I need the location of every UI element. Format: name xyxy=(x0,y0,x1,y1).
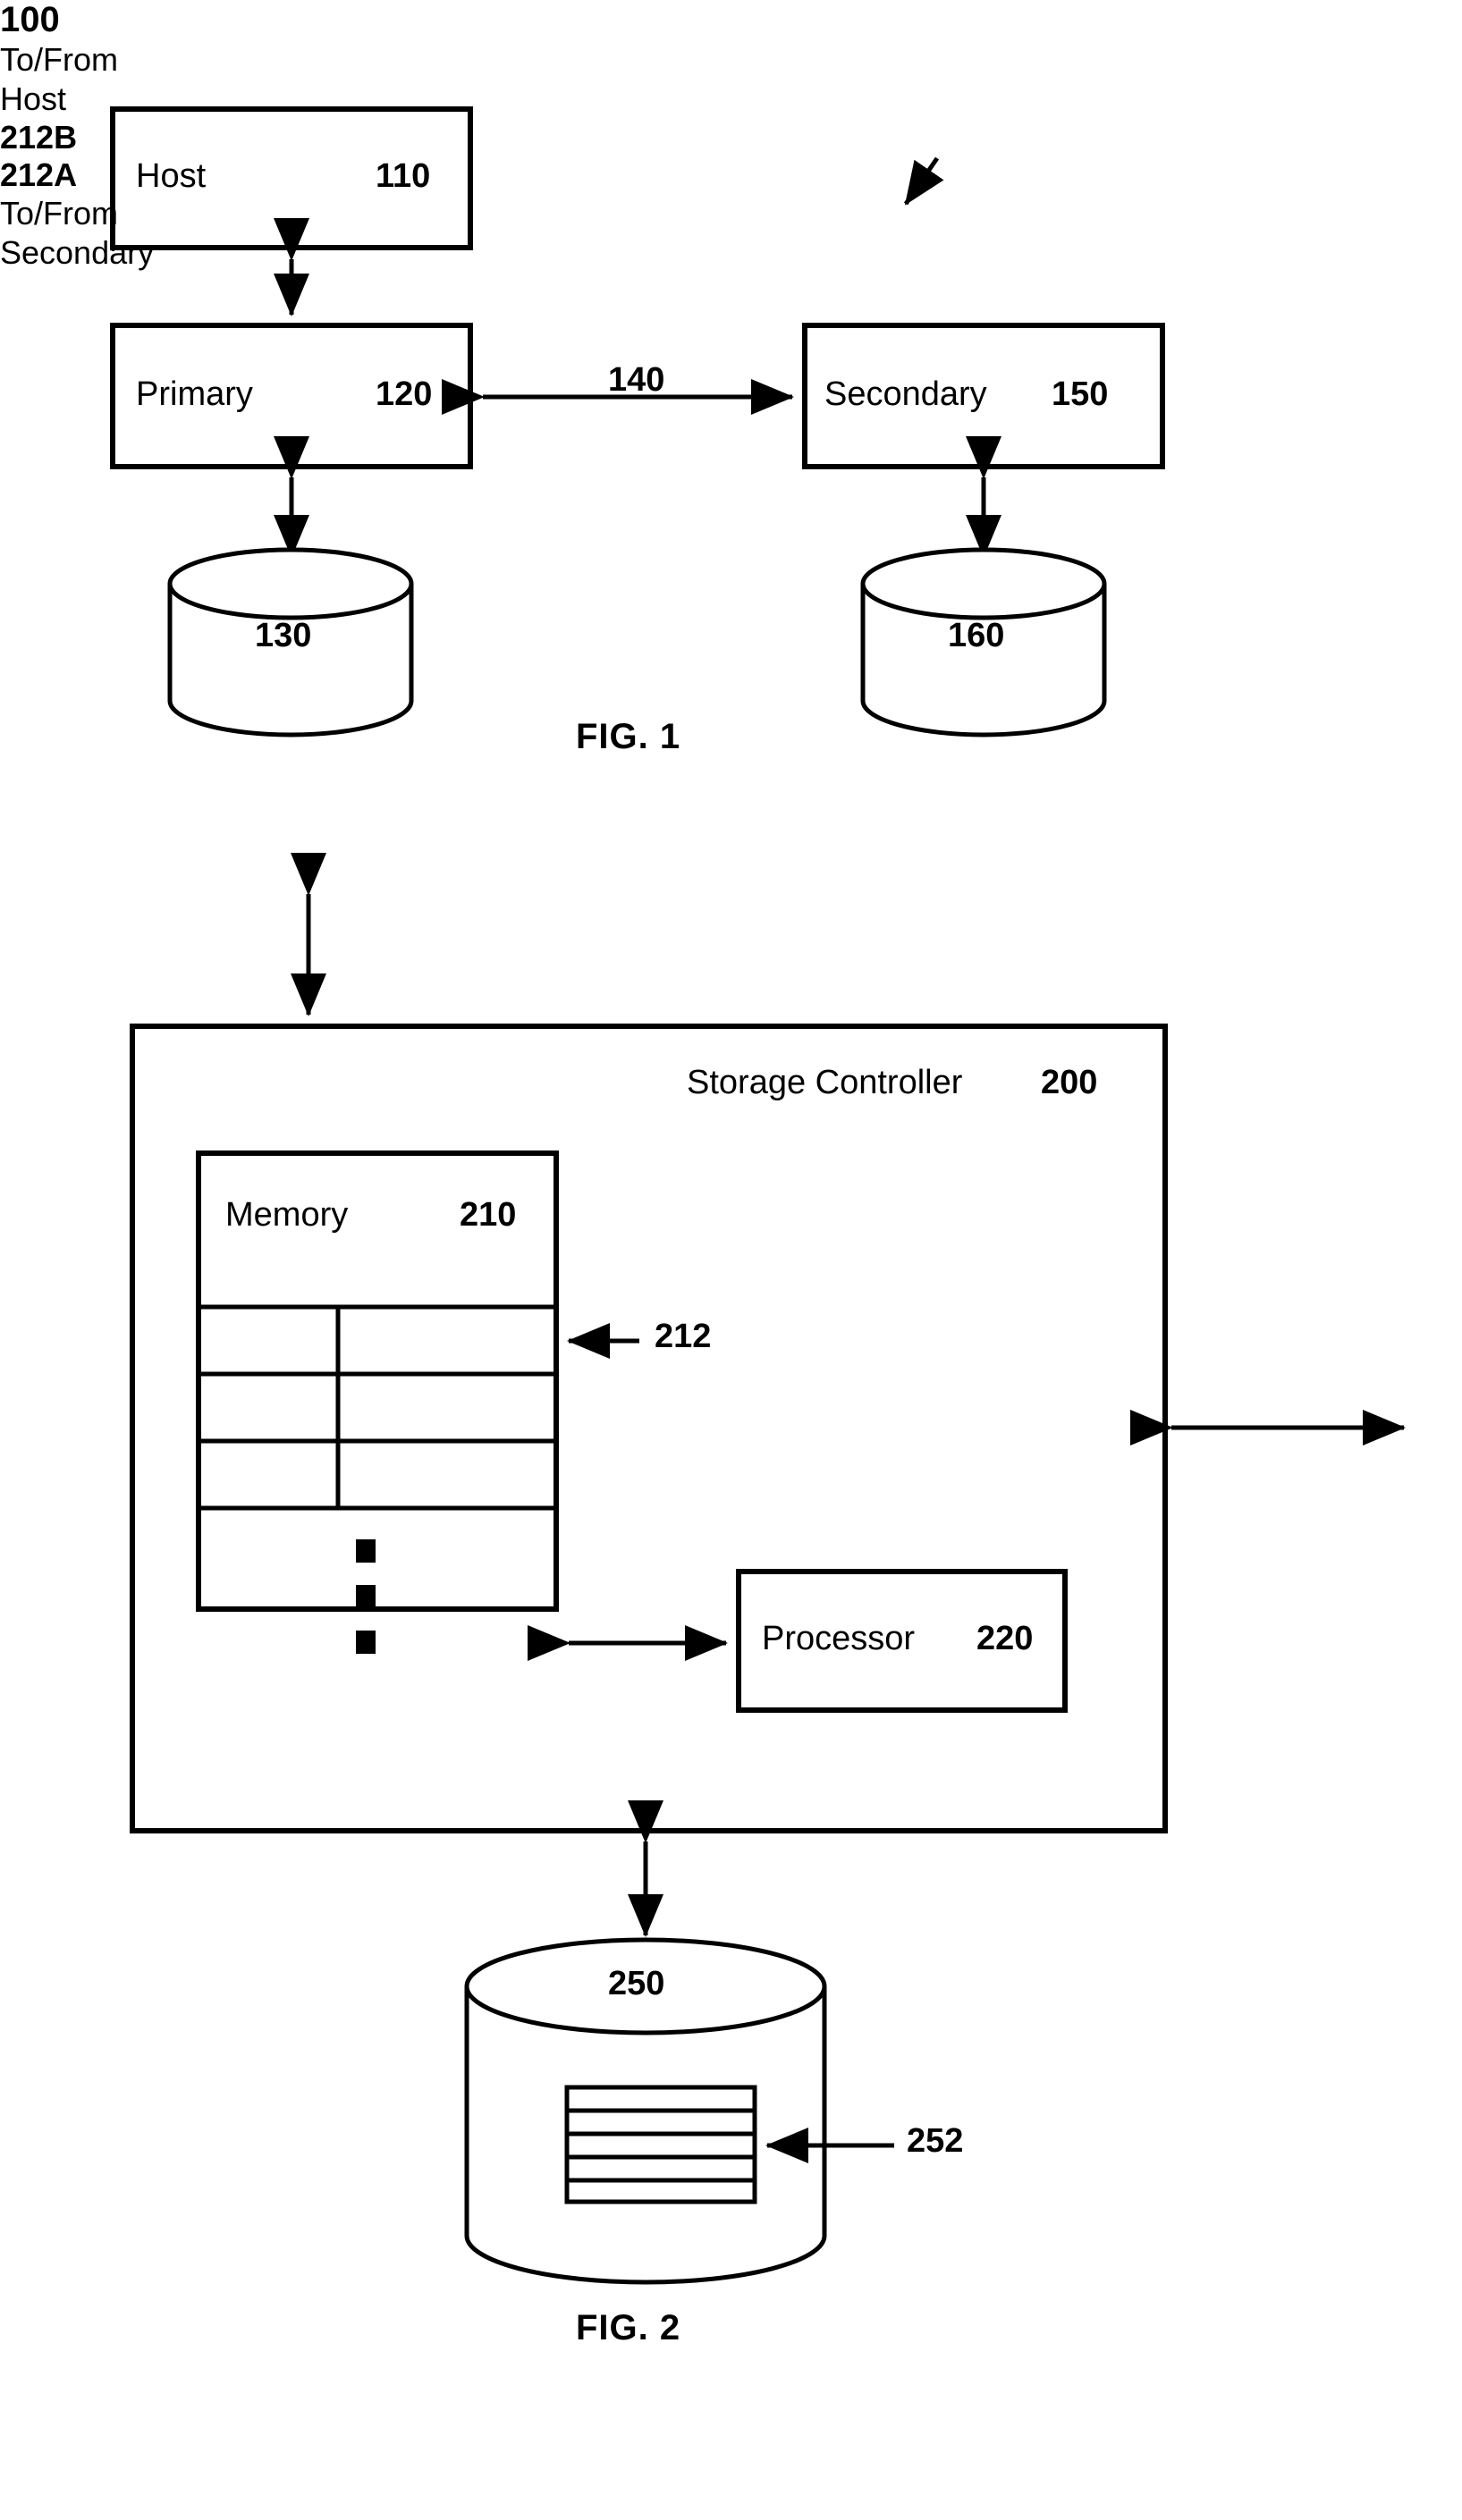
processor-ref: 220 xyxy=(976,1620,1034,1657)
secondary-box-label: Secondary xyxy=(824,375,987,413)
fig1-caption: FIG. 1 xyxy=(576,717,681,756)
figure-sheet: Host 110 Primary 120 Secondary 150 140 1… xyxy=(0,0,1462,2520)
primary-box-label: Primary xyxy=(136,375,253,413)
memory-ref: 210 xyxy=(460,1196,517,1234)
storage-controller-label: Storage Controller xyxy=(687,1064,963,1101)
host-box-ref: 110 xyxy=(376,157,431,195)
primary-box-ref: 120 xyxy=(376,375,433,413)
table-ref-label: 212 xyxy=(655,1318,712,1355)
processor-label: Processor xyxy=(762,1620,916,1657)
storage-detail-ref: 252 xyxy=(907,2122,964,2160)
memory-table-lines xyxy=(199,1304,556,1511)
storage-detail-block xyxy=(564,2085,757,2204)
fig2-caption: FIG. 2 xyxy=(576,2308,681,2347)
secondary-box-ref: 150 xyxy=(1052,375,1109,413)
secondary-storage-ref: 160 xyxy=(948,617,1005,654)
system-ref-pointer xyxy=(903,156,944,206)
primary-storage-ref: 130 xyxy=(255,617,312,654)
primary-secondary-link-ref: 140 xyxy=(608,361,665,399)
controller-storage-ref: 250 xyxy=(608,1965,665,2002)
storage-controller-ref: 200 xyxy=(1041,1064,1098,1101)
vertical-ellipsis-icon xyxy=(356,1539,376,1654)
host-box-label: Host xyxy=(136,157,207,195)
memory-label: Memory xyxy=(225,1196,349,1234)
